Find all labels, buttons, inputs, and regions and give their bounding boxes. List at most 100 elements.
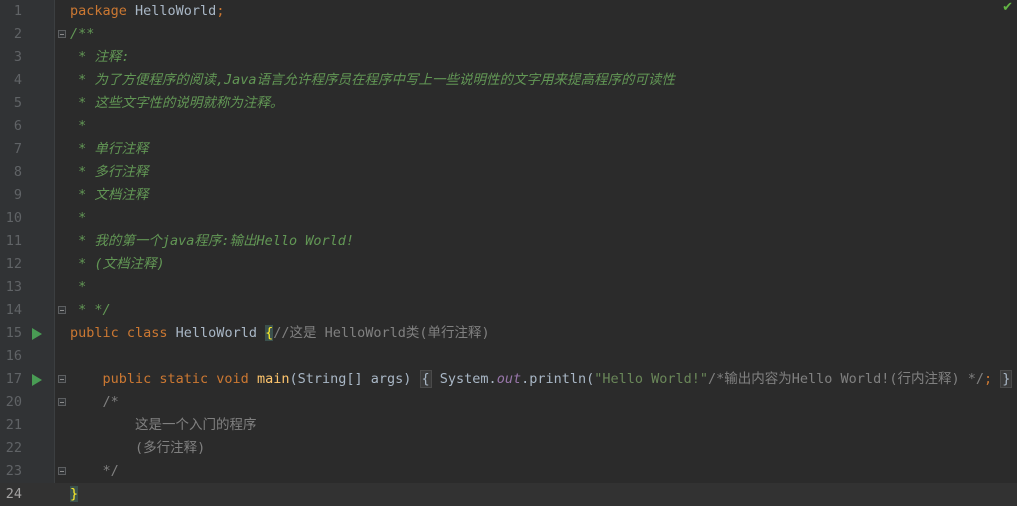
line-number: 14 xyxy=(5,302,22,318)
code-token: //这是 HelloWorld类(单行注释) xyxy=(273,325,490,341)
line-number: 4 xyxy=(13,72,22,88)
code-token: * 多行注释 xyxy=(70,164,149,180)
code-line[interactable]: 11 * 我的第一个java程序:输出Hello World! xyxy=(0,230,1017,253)
code-line[interactable]: 17 public static void main(String[] args… xyxy=(0,368,1017,391)
checkmark-icon: ✔ xyxy=(1002,0,1013,15)
code-text: public static void main(String[] args) {… xyxy=(70,368,1013,391)
code-token: * 为了方便程序的阅读,Java语言允许程序员在程序中写上一些说明性的文字用来提… xyxy=(70,72,676,88)
code-text: /** xyxy=(70,23,94,46)
line-number: 20 xyxy=(5,394,22,410)
code-line[interactable]: 2 /** xyxy=(0,23,1017,46)
fold-icon[interactable] xyxy=(58,375,66,383)
code-token: package xyxy=(70,3,136,19)
line-number: 11 xyxy=(5,233,22,249)
line-number: 5 xyxy=(13,95,22,111)
code-line[interactable]: 24} xyxy=(0,483,1017,506)
code-text: * 单行注释 xyxy=(70,138,148,161)
code-token: HelloWorld xyxy=(175,325,266,341)
line-number: 13 xyxy=(5,279,22,295)
code-text: package HelloWorld; xyxy=(70,0,224,23)
fold-icon[interactable] xyxy=(58,467,66,475)
code-line[interactable]: 14 * */ xyxy=(0,299,1017,322)
code-text: * 这些文字性的说明就称为注释。 xyxy=(70,92,283,115)
code-text: public class HelloWorld {//这是 HelloWorld… xyxy=(70,322,490,345)
code-token: { xyxy=(419,370,432,388)
code-token: "Hello World!" xyxy=(594,371,709,387)
code-line[interactable]: 21 这是一个入门的程序 xyxy=(0,414,1017,437)
code-line[interactable]: 16 xyxy=(0,345,1017,368)
code-line[interactable]: 12 * (文档注释) xyxy=(0,253,1017,276)
code-token: * 文档注释 xyxy=(70,187,149,203)
code-token: * 这些文字性的说明就称为注释。 xyxy=(70,95,284,111)
code-token: public class xyxy=(70,325,176,341)
line-number: 3 xyxy=(13,49,22,65)
code-text: * 注释: xyxy=(70,46,129,69)
code-token: System. xyxy=(431,371,497,387)
code-text: } xyxy=(70,483,79,506)
code-token: ; xyxy=(983,371,993,387)
line-number: 6 xyxy=(13,118,22,134)
code-line[interactable]: 1 package HelloWorld; xyxy=(0,0,1017,23)
fold-icon[interactable] xyxy=(58,398,66,406)
code-text: /* xyxy=(70,391,119,414)
code-token: /* xyxy=(70,394,119,410)
code-line[interactable]: 8 * 多行注释 xyxy=(0,161,1017,184)
code-token: } xyxy=(70,486,79,502)
code-token: (String[] args) xyxy=(289,371,420,387)
code-text: 这是一个入门的程序 xyxy=(70,414,257,437)
code-text: */ xyxy=(70,460,119,483)
code-token: /** xyxy=(70,26,95,42)
code-token: */ xyxy=(70,463,119,479)
code-text: * 文档注释 xyxy=(70,184,148,207)
fold-icon[interactable] xyxy=(58,30,66,38)
code-line[interactable]: 15 public class HelloWorld {//这是 HelloWor… xyxy=(0,322,1017,345)
code-text: * 为了方便程序的阅读,Java语言允许程序员在程序中写上一些说明性的文字用来提… xyxy=(70,69,675,92)
line-number: 21 xyxy=(5,417,22,433)
code-line[interactable]: 22 (多行注释) xyxy=(0,437,1017,460)
line-number: 23 xyxy=(5,463,22,479)
code-line[interactable]: 5 * 这些文字性的说明就称为注释。 xyxy=(0,92,1017,115)
code-token: out xyxy=(496,371,522,387)
code-text: * xyxy=(70,276,86,299)
code-line[interactable]: 7 * 单行注释 xyxy=(0,138,1017,161)
line-number: 9 xyxy=(13,187,22,203)
code-token: * xyxy=(70,279,87,295)
code-token: * 我的第一个java程序:输出Hello World! xyxy=(70,233,355,249)
code-line[interactable]: 13 * xyxy=(0,276,1017,299)
code-token: * xyxy=(70,210,87,226)
code-line[interactable]: 9 * 文档注释 xyxy=(0,184,1017,207)
code-text: * xyxy=(70,115,86,138)
run-icon[interactable] xyxy=(32,374,42,386)
code-text: (多行注释) xyxy=(70,437,205,460)
code-line[interactable]: 3 * 注释: xyxy=(0,46,1017,69)
run-icon[interactable] xyxy=(32,328,42,340)
code-token: HelloWorld xyxy=(135,3,217,19)
code-token: * (文档注释) xyxy=(70,256,165,272)
code-editor[interactable]: 1 package HelloWorld; 2/** 3 * 注释: 4 * 为了方便程… xyxy=(0,0,1017,506)
code-line[interactable]: 10 * xyxy=(0,207,1017,230)
code-token: main xyxy=(256,371,290,387)
line-number: 1 xyxy=(13,3,22,19)
code-token: * 单行注释 xyxy=(70,141,149,157)
code-lines: 1 package HelloWorld; 2/** 3 * 注释: 4 * 为了方便程… xyxy=(0,0,1017,506)
code-text: * */ xyxy=(70,299,111,322)
line-number: 7 xyxy=(13,141,22,157)
code-token: (多行注释) xyxy=(70,440,206,456)
code-line[interactable]: 6 * xyxy=(0,115,1017,138)
code-line[interactable]: 20 /* xyxy=(0,391,1017,414)
code-token: 这是一个入门的程序 xyxy=(70,417,257,433)
code-token: } xyxy=(1000,370,1013,388)
code-line[interactable]: 23 */ xyxy=(0,460,1017,483)
line-number: 15 xyxy=(5,325,22,341)
line-number: 2 xyxy=(13,26,22,42)
line-number: 17 xyxy=(5,371,22,387)
code-token: { xyxy=(265,325,274,341)
code-token: /*输出内容为Hello World!(行内注释) */ xyxy=(708,371,984,387)
code-token: * */ xyxy=(70,302,111,318)
fold-icon[interactable] xyxy=(58,306,66,314)
line-number: 8 xyxy=(13,164,22,180)
code-text: * (文档注释) xyxy=(70,253,165,276)
code-token: public static void xyxy=(102,371,257,387)
code-line[interactable]: 4 * 为了方便程序的阅读,Java语言允许程序员在程序中写上一些说明性的文字用… xyxy=(0,69,1017,92)
